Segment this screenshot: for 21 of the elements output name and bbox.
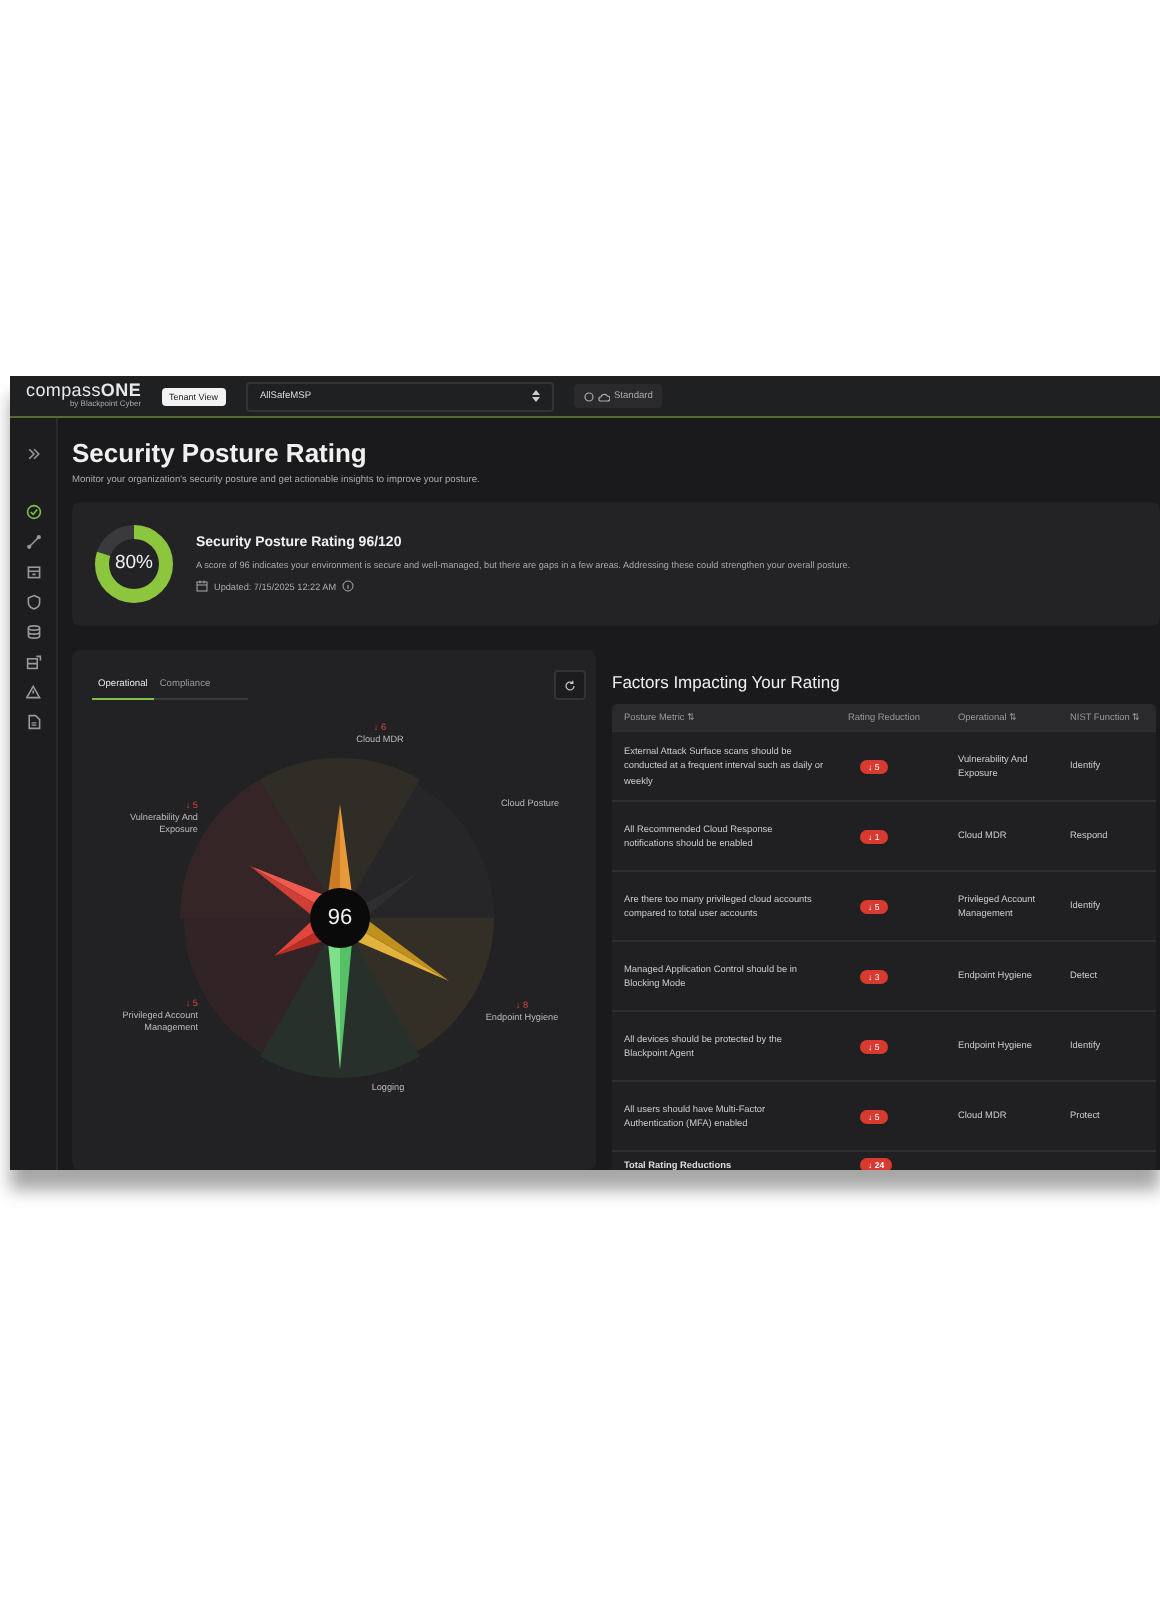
alert-icon[interactable] <box>25 684 41 700</box>
shield-icon[interactable] <box>25 594 41 610</box>
network-icon[interactable] <box>25 534 41 550</box>
factors-title: Factors Impacting Your Rating <box>612 670 842 694</box>
calendar-icon <box>196 580 208 592</box>
check-circle-icon[interactable] <box>25 504 41 520</box>
refresh-icon <box>564 679 576 691</box>
logo: compassONE <box>26 382 142 401</box>
info-icon[interactable] <box>342 580 355 592</box>
stack-icon[interactable] <box>25 654 41 670</box>
updown-icon <box>531 390 540 402</box>
rating-percent: 80% <box>115 554 153 574</box>
page-title: Security Posture Rating <box>72 438 369 470</box>
collapse-icon[interactable] <box>25 446 41 462</box>
donut-gauge <box>92 522 176 606</box>
document-icon[interactable] <box>25 714 41 730</box>
circle-icon <box>583 391 594 401</box>
cloud-icon <box>597 391 610 401</box>
refresh-button[interactable] <box>554 670 586 700</box>
database-icon[interactable] <box>25 624 41 640</box>
building-icon[interactable] <box>25 564 41 580</box>
